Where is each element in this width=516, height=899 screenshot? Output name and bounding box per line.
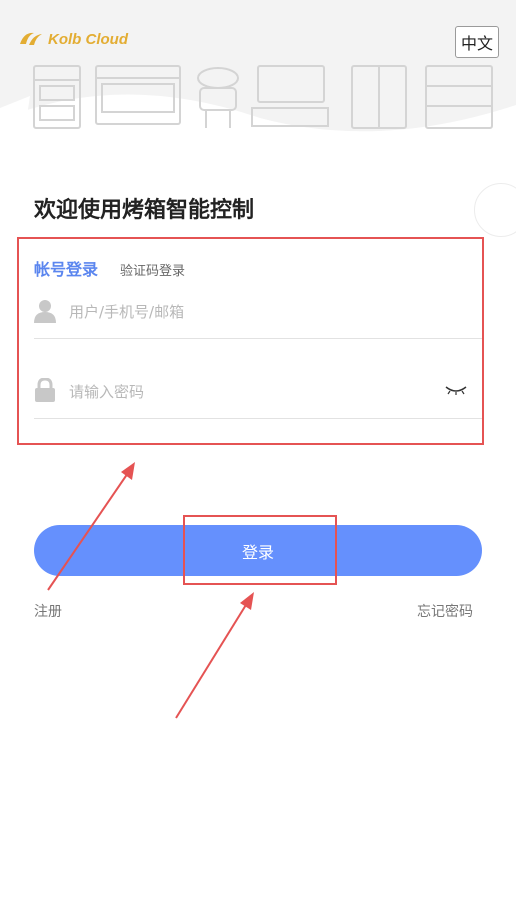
username-input[interactable] (69, 299, 429, 325)
eye-closed-icon[interactable] (444, 384, 468, 396)
lock-icon (35, 378, 55, 402)
user-icon (34, 300, 56, 323)
register-link[interactable]: 注册 (34, 601, 62, 621)
decorative-circle (474, 183, 516, 237)
oven-illustrations (33, 65, 493, 129)
logo-text: Kolb Cloud (48, 30, 128, 48)
page-title: 欢迎使用烤箱智能控制 (34, 198, 255, 223)
language-toggle-button[interactable]: 中文 (455, 26, 499, 58)
forgot-password-link[interactable]: 忘记密码 (417, 601, 473, 621)
login-button[interactable]: 登录 (34, 525, 482, 576)
brand-logo: Kolb Cloud (18, 30, 128, 48)
annotation-arrow-button (175, 599, 250, 719)
password-input[interactable] (69, 379, 429, 405)
logo-icon (20, 32, 42, 45)
username-row (34, 259, 482, 339)
header-banner: Kolb Cloud 中文 (0, 0, 516, 150)
password-row (34, 339, 482, 419)
